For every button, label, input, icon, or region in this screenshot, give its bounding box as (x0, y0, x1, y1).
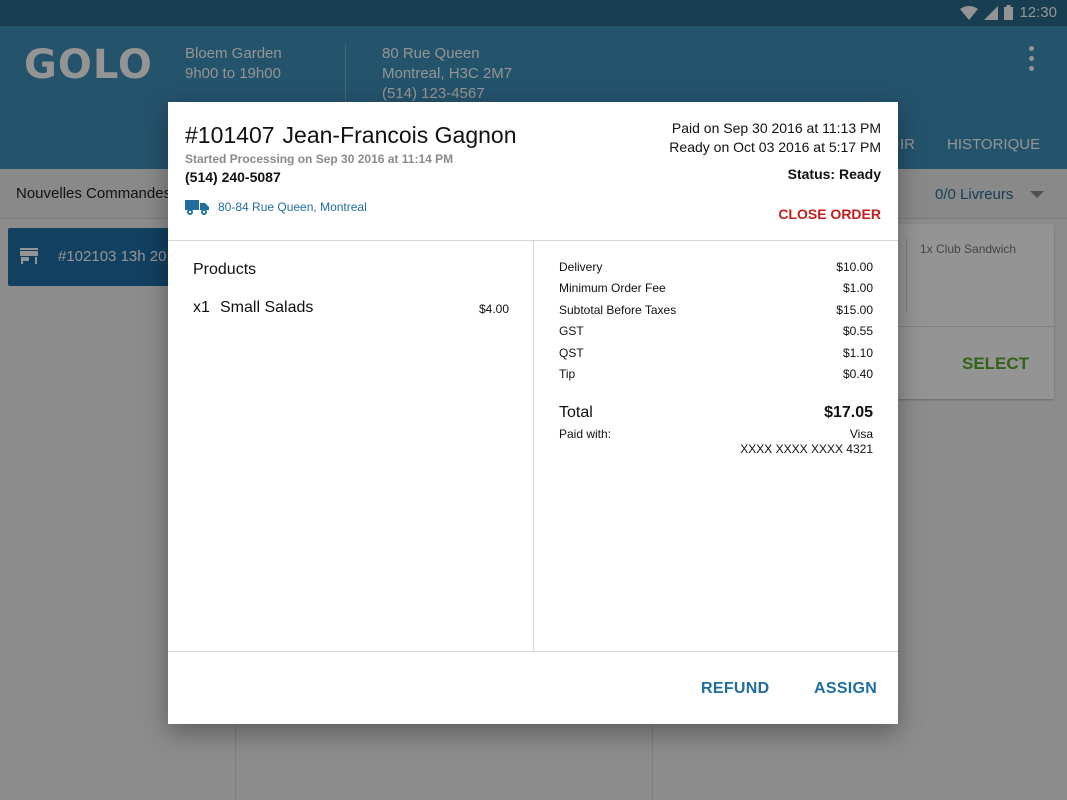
fee-value: $10.00 (836, 260, 873, 274)
payment-method-name: Visa (849, 427, 873, 441)
order-dialog: #101407 Jean-Francois Gagnon Started Proc… (168, 102, 898, 724)
product-price: $4.00 (478, 302, 509, 316)
fee-label: Delivery (559, 260, 603, 274)
fee-row-minimum-order: Minimum Order Fee $1.00 (559, 281, 873, 302)
order-status: Status: Ready (787, 166, 881, 182)
fee-label: Tip (559, 366, 576, 381)
total-value: $17.05 (824, 404, 873, 421)
products-heading: Products (193, 261, 257, 278)
payment-card-number: XXXX XXXX XXXX 4321 (740, 442, 873, 456)
fee-row-tip: Tip $0.40 (559, 367, 873, 388)
customer-name: Jean-Francois Gagnon (282, 122, 517, 148)
fee-value: $15.00 (836, 302, 873, 317)
fee-row-delivery: Delivery $10.00 (559, 260, 873, 281)
fee-label: Subtotal Before Taxes (559, 302, 677, 317)
ready-on: Ready on Oct 03 2016 at 5:17 PM (669, 139, 881, 155)
dialog-body: Products x1 Small Salads $4.00 Delivery $… (168, 241, 898, 652)
fee-value: $1.10 (842, 345, 873, 360)
product-name: Small Salads (220, 299, 314, 316)
payment-method: Visa XXXX XXXX XXXX 4321 (740, 427, 873, 457)
fee-row-gst: GST $0.55 (559, 324, 873, 345)
product-qty: x1 (193, 299, 210, 316)
fee-list: Delivery $10.00 Minimum Order Fee $1.00 Su… (559, 260, 873, 388)
total-row: Total $17.05 (559, 404, 873, 426)
fee-value: $1.00 (842, 281, 873, 296)
delivery-address-text: 80-84 Rue Queen, Montreal (218, 200, 367, 214)
fee-value: $0.40 (842, 366, 873, 381)
fee-label: GST (559, 324, 584, 339)
delivery-address[interactable]: 80-84 Rue Queen, Montreal (185, 198, 367, 216)
fee-label: Minimum Order Fee (559, 281, 666, 296)
paid-ready-times: Paid on Sep 30 2016 at 11:13 PM Ready on… (669, 119, 881, 157)
order-title: #101407 Jean-Francois Gagnon (185, 122, 517, 149)
order-number: #101407 (185, 122, 275, 148)
product-row: x1 Small Salads $4.00 (193, 299, 509, 321)
paid-with-label: Paid with: (559, 427, 612, 441)
fee-row-subtotal: Subtotal Before Taxes $15.00 (559, 303, 873, 324)
paid-on: Paid on Sep 30 2016 at 11:13 PM (671, 120, 881, 136)
dialog-header: #101407 Jean-Francois Gagnon Started Proc… (168, 102, 898, 241)
dialog-actions: REFUND ASSIGN (168, 652, 898, 724)
customer-phone: (514) 240-5087 (185, 169, 281, 185)
truck-icon (185, 200, 209, 215)
started-processing: Started Processing on Sep 30 2016 at 11:… (185, 152, 454, 166)
refund-button[interactable]: REFUND (701, 680, 769, 698)
total-label: Total (559, 404, 593, 421)
close-order-button[interactable]: CLOSE ORDER (778, 206, 881, 222)
assign-button[interactable]: ASSIGN (814, 680, 877, 698)
fee-row-qst: QST $1.10 (559, 346, 873, 367)
fee-value: $0.55 (842, 324, 873, 339)
fee-label: QST (559, 345, 584, 360)
divider (533, 241, 534, 652)
